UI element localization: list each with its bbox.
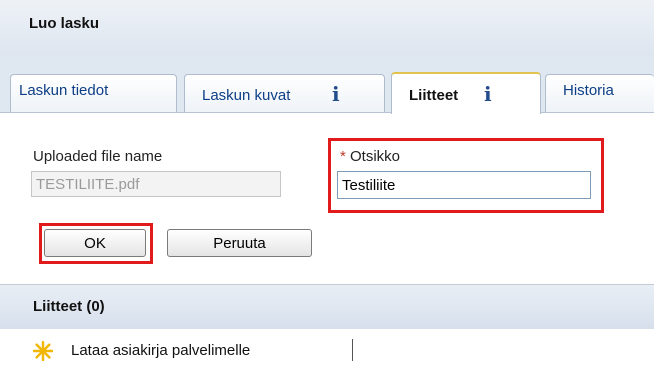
- tab-label: Liitteet: [409, 87, 459, 104]
- attachments-title: Liitteet (0): [33, 298, 105, 315]
- required-marker: *: [340, 148, 346, 165]
- tab-historia[interactable]: Historia: [545, 74, 654, 112]
- tab-laskun-tiedot[interactable]: Laskun tiedot: [10, 74, 177, 112]
- window-header: Luo lasku: [0, 0, 654, 57]
- attachments-section-header: Liitteet (0): [0, 284, 654, 330]
- ok-button[interactable]: OK: [44, 229, 146, 257]
- title-label-text: Otsikko: [350, 148, 401, 165]
- info-icon[interactable]: i: [332, 82, 340, 106]
- page-title: Luo lasku: [29, 15, 100, 32]
- tab-label: Laskun tiedot: [19, 82, 109, 99]
- sun-icon: [33, 341, 53, 361]
- info-icon[interactable]: i: [484, 82, 492, 106]
- tab-label: Laskun kuvat: [202, 87, 291, 104]
- tab-laskun-kuvat[interactable]: Laskun kuvat i: [184, 74, 385, 112]
- upload-document-link[interactable]: Lataa asiakirja palvelimelle: [71, 342, 250, 359]
- title-input[interactable]: [337, 171, 591, 199]
- text-cursor: [352, 339, 353, 361]
- tab-liitteet[interactable]: Liitteet i: [391, 72, 541, 114]
- file-name-field: [31, 171, 281, 197]
- upload-row[interactable]: Lataa asiakirja palvelimelle: [0, 329, 654, 371]
- title-label: * Otsikko: [340, 148, 400, 165]
- cancel-button[interactable]: Peruuta: [167, 229, 312, 257]
- file-name-label: Uploaded file name: [33, 148, 163, 165]
- tab-label: Historia: [563, 82, 614, 99]
